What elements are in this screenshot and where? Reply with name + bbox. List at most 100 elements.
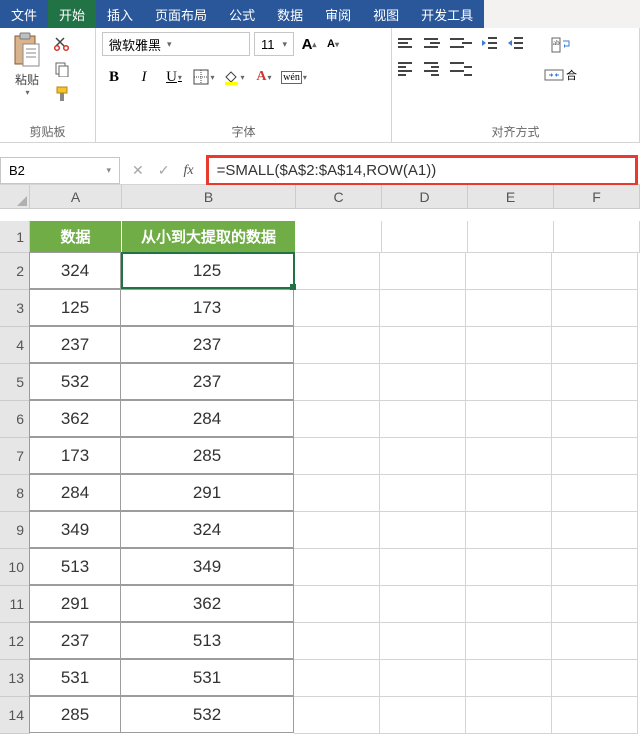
cell-C7[interactable] [294, 438, 380, 475]
cell-A3[interactable]: 125 [29, 289, 121, 326]
row-header-1[interactable]: 1 [0, 221, 30, 253]
cells-area[interactable]: 数据从小到大提取的数据32412512517323723753223736228… [30, 221, 640, 734]
cell-D9[interactable] [380, 512, 466, 549]
cell-B11[interactable]: 362 [120, 585, 294, 622]
cell-B3[interactable]: 173 [120, 289, 294, 326]
cell-E4[interactable] [466, 327, 552, 364]
fx-icon[interactable]: fx [183, 163, 193, 179]
cell-C4[interactable] [294, 327, 380, 364]
cell-A1[interactable]: 数据 [30, 221, 122, 253]
cell-A11[interactable]: 291 [29, 585, 121, 622]
increase-indent-button[interactable] [506, 34, 528, 52]
decrease-indent-button[interactable] [480, 34, 502, 52]
tab-review[interactable]: 审阅 [314, 0, 362, 28]
wrap-text-button[interactable]: ab [544, 34, 577, 56]
cell-A6[interactable]: 362 [29, 400, 121, 437]
row-header-13[interactable]: 13 [0, 660, 30, 697]
cell-B1[interactable]: 从小到大提取的数据 [122, 221, 296, 253]
cell-E6[interactable] [466, 401, 552, 438]
column-header-C[interactable]: C [296, 185, 382, 209]
cell-F12[interactable] [552, 623, 638, 660]
column-header-D[interactable]: D [382, 185, 468, 209]
cell-A13[interactable]: 531 [29, 659, 121, 696]
cell-F9[interactable] [552, 512, 638, 549]
align-bottom-button[interactable] [450, 34, 472, 52]
cell-F5[interactable] [552, 364, 638, 401]
cell-B12[interactable]: 513 [120, 622, 294, 659]
cell-E7[interactable] [466, 438, 552, 475]
formula-bar[interactable]: =SMALL($A$2:$A$14,ROW(A1)) [206, 155, 638, 186]
cell-E10[interactable] [466, 549, 552, 586]
row-header-4[interactable]: 4 [0, 327, 30, 364]
cell-C11[interactable] [294, 586, 380, 623]
merge-button[interactable]: 合 [544, 64, 577, 86]
align-top-button[interactable] [398, 34, 420, 52]
name-box[interactable]: B2 ▾ [0, 157, 120, 184]
cell-A14[interactable]: 285 [29, 696, 121, 733]
paste-button[interactable]: 粘贴 ▾ [6, 32, 48, 97]
cell-F10[interactable] [552, 549, 638, 586]
cell-C12[interactable] [294, 623, 380, 660]
tab-data[interactable]: 数据 [266, 0, 314, 28]
cell-E12[interactable] [466, 623, 552, 660]
column-header-B[interactable]: B [122, 185, 296, 209]
formula-cancel-button[interactable]: ✕ [132, 162, 144, 179]
column-header-A[interactable]: A [30, 185, 122, 209]
cell-E13[interactable] [466, 660, 552, 697]
cell-E5[interactable] [466, 364, 552, 401]
cell-A12[interactable]: 237 [29, 622, 121, 659]
cell-D8[interactable] [380, 475, 466, 512]
bold-button[interactable]: B [102, 66, 126, 88]
align-middle-button[interactable] [424, 34, 446, 52]
cell-F4[interactable] [552, 327, 638, 364]
cell-A2[interactable]: 324 [29, 252, 121, 289]
format-painter-button[interactable] [52, 84, 72, 104]
cell-C1[interactable] [296, 221, 382, 253]
tab-formulas[interactable]: 公式 [218, 0, 266, 28]
cell-F2[interactable] [552, 253, 638, 290]
cell-B9[interactable]: 324 [120, 511, 294, 548]
cell-E3[interactable] [466, 290, 552, 327]
cell-D14[interactable] [380, 697, 466, 734]
tab-file[interactable]: 文件 [0, 0, 48, 28]
cell-F7[interactable] [552, 438, 638, 475]
cell-C8[interactable] [294, 475, 380, 512]
cell-B8[interactable]: 291 [120, 474, 294, 511]
tab-pagelayout[interactable]: 页面布局 [144, 0, 218, 28]
cell-D3[interactable] [380, 290, 466, 327]
cell-C13[interactable] [294, 660, 380, 697]
row-header-14[interactable]: 14 [0, 697, 30, 734]
cell-B6[interactable]: 284 [120, 400, 294, 437]
row-header-9[interactable]: 9 [0, 512, 30, 549]
cell-D4[interactable] [380, 327, 466, 364]
font-size-combo[interactable]: 11 ▾ [254, 32, 294, 56]
underline-button[interactable]: U▾ [162, 66, 186, 88]
column-header-E[interactable]: E [468, 185, 554, 209]
cut-button[interactable] [52, 34, 72, 54]
cell-F14[interactable] [552, 697, 638, 734]
cell-E9[interactable] [466, 512, 552, 549]
align-center-button[interactable] [424, 60, 446, 78]
cell-C14[interactable] [294, 697, 380, 734]
cell-D5[interactable] [380, 364, 466, 401]
cell-F6[interactable] [552, 401, 638, 438]
cell-D12[interactable] [380, 623, 466, 660]
cell-F3[interactable] [552, 290, 638, 327]
cell-D7[interactable] [380, 438, 466, 475]
cell-E1[interactable] [468, 221, 554, 253]
phonetic-button[interactable]: wén ▾ [282, 66, 306, 88]
tab-view[interactable]: 视图 [362, 0, 410, 28]
fill-color-button[interactable]: ▾ [222, 66, 246, 88]
cell-C6[interactable] [294, 401, 380, 438]
row-header-8[interactable]: 8 [0, 475, 30, 512]
cell-C3[interactable] [294, 290, 380, 327]
cell-E14[interactable] [466, 697, 552, 734]
cell-A5[interactable]: 532 [29, 363, 121, 400]
row-header-3[interactable]: 3 [0, 290, 30, 327]
cell-A10[interactable]: 513 [29, 548, 121, 585]
cell-E8[interactable] [466, 475, 552, 512]
row-header-10[interactable]: 10 [0, 549, 30, 586]
cell-A7[interactable]: 173 [29, 437, 121, 474]
cell-D6[interactable] [380, 401, 466, 438]
row-header-5[interactable]: 5 [0, 364, 30, 401]
